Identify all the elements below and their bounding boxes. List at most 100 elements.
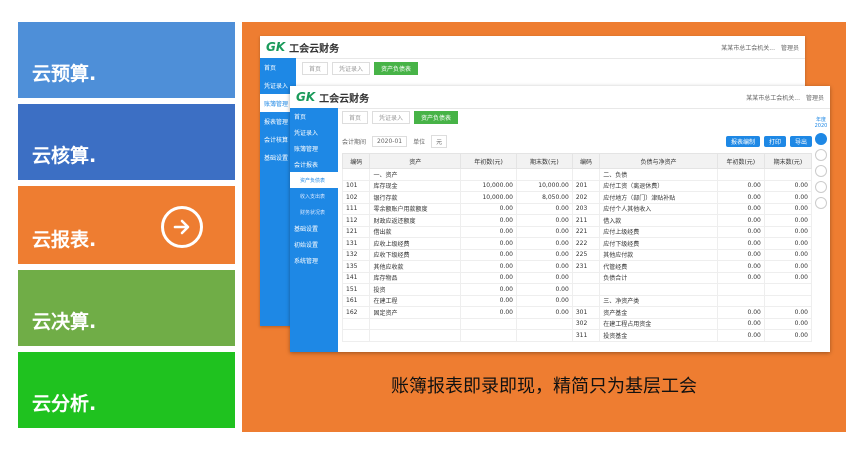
month-dot[interactable] [815, 197, 827, 209]
table-cell: 311 [571, 329, 601, 342]
table-cell: 102 [341, 191, 371, 204]
table-cell: 141 [341, 271, 371, 284]
table-cell: 201 [571, 179, 601, 192]
sidebar-item-basic-settings[interactable]: 基础设置 [290, 220, 338, 236]
table-cell: 应付地方（部门）津贴补贴 [599, 191, 718, 204]
table-cell: 应付工资（离退休费） [599, 179, 718, 192]
tab-home[interactable]: 首页 [302, 62, 329, 75]
table-row[interactable]: 135 其他应收款 0.00 0.00 231 代管经费 0.00 0.00 [341, 260, 813, 273]
user-area[interactable]: 某某市总工会机关... 管理员 [746, 93, 824, 102]
table-cell: 0.00 [460, 260, 517, 273]
compile-report-button[interactable]: 报表编制 [725, 135, 760, 147]
table-cell: 10,000.00 [460, 191, 517, 204]
table-row[interactable]: 一、资产 二、负债 [341, 168, 813, 181]
org-name: 某某市总工会机关... [746, 94, 800, 102]
app-logo: GK 工会云财务 [266, 40, 339, 55]
table-cell: 0.00 [515, 225, 573, 238]
table-row[interactable]: 311 投资基金 0.00 0.00 [341, 329, 813, 342]
table-row[interactable]: 121 借出款 0.00 0.00 221 应付上级经费 0.00 0.00 [341, 225, 813, 238]
table-cell [460, 168, 517, 181]
table-cell: 在建工程占用资金 [599, 317, 718, 330]
sidebar: 首页 凭证录入 账簿管理 会计报表 资产负债表 收入支出表 财务状况表 基础设置… [290, 108, 338, 352]
sidebar-item-income-statement[interactable]: 收入支出表 [290, 188, 338, 204]
year-selector[interactable]: 年度 2020 [814, 116, 828, 213]
table-cell: 10,000.00 [460, 179, 517, 192]
feature-panel: GK 工会云财务 某某市总工会机关... 管理员 首页 凭证录入 账簿管理 报表… [242, 22, 846, 432]
table-cell: 0.00 [763, 260, 813, 273]
table-row[interactable]: 112 财政应返还额度 0.00 0.00 211 借入款 0.00 0.00 [341, 214, 813, 227]
year-value: 2020 [814, 123, 828, 129]
table-row[interactable]: 302 在建工程占用资金 0.00 0.00 [341, 317, 813, 330]
tab-voucher[interactable]: 凭证录入 [372, 111, 411, 124]
sidebar-item[interactable]: 首页 [260, 58, 296, 76]
table-row[interactable]: 141 库存物品 0.00 0.00 负债合计 0.00 0.00 [341, 271, 813, 284]
table-row[interactable]: 111 零余额账户用款额度 0.00 0.00 203 应付个人其他收入 0.00 0.00 [341, 202, 813, 215]
table-row[interactable]: 101 库存现金 10,000.00 10,000.00 201 应付工资（离退休费） 0.… [341, 179, 813, 192]
table-cell [341, 329, 371, 342]
table-cell: 0.00 [460, 294, 517, 307]
print-button[interactable]: 打印 [763, 135, 786, 147]
sidebar-item-home[interactable]: 首页 [290, 108, 338, 124]
table-cell: 其他应收款 [369, 260, 462, 273]
tile-label: 云决算. [32, 311, 97, 333]
app-title: 工会云财务 [289, 43, 340, 55]
table-cell: 10,000.00 [515, 179, 573, 192]
table-cell: 0.00 [515, 294, 573, 307]
table-cell: 302 [571, 317, 601, 330]
table-cell: 135 [341, 260, 371, 273]
tile-cloud-report[interactable]: 云报表. [18, 186, 235, 264]
tab-voucher[interactable]: 凭证录入 [332, 62, 371, 75]
sidebar-item-voucher[interactable]: 凭证录入 [290, 124, 338, 140]
table-cell: 应付个人其他收入 [599, 202, 718, 215]
tile-cloud-budget[interactable]: 云预算. [18, 22, 235, 98]
tab-balance-sheet[interactable]: 资产负债表 [414, 111, 459, 124]
tile-cloud-accounting[interactable]: 云核算. [18, 104, 235, 180]
table-row[interactable]: 162 固定资产 0.00 0.00 301 资产基金 0.00 0.00 [341, 306, 813, 319]
table-row[interactable]: 151 投资 0.00 0.00 [341, 283, 813, 296]
table-cell: 0.00 [716, 271, 765, 284]
period-select[interactable]: 2020-01 [372, 135, 408, 147]
table-header-row: 编码 资产 年初数(元) 期末数(元) 编码 负债与净资产 年初数(元) 期末数(元) [341, 153, 813, 169]
tab-home[interactable]: 首页 [342, 111, 369, 124]
user-area[interactable]: 某某市总工会机关... 管理员 [721, 43, 799, 52]
table-cell: 在建工程 [369, 294, 462, 307]
table-cell: 0.00 [716, 317, 765, 330]
month-dot[interactable] [815, 149, 827, 161]
sidebar-item-reports[interactable]: 会计报表 [290, 156, 338, 172]
app-title: 工会云财务 [319, 93, 370, 105]
table-cell: 固定资产 [369, 306, 462, 319]
logo-mark: GK [266, 40, 286, 54]
export-button[interactable]: 导出 [789, 135, 812, 147]
table-cell: 0.00 [460, 237, 517, 250]
table-row[interactable]: 132 应收下级经费 0.00 0.00 225 其他应付款 0.00 0.00 [341, 248, 813, 261]
table-row[interactable]: 102 银行存款 10,000.00 8,050.00 202 应付地方（部门）津贴补贴 0… [341, 191, 813, 204]
table-cell: 211 [571, 214, 601, 227]
table-cell: 0.00 [716, 214, 765, 227]
column-header: 期末数(元) [763, 153, 813, 169]
table-cell: 0.00 [515, 283, 573, 296]
column-header: 编码 [341, 153, 371, 169]
table-row[interactable]: 131 应收上级经费 0.00 0.00 222 应付下级经费 0.00 0.00 [341, 237, 813, 250]
table-cell: 资产基金 [599, 306, 718, 319]
tab-balance-sheet[interactable]: 资产负债表 [374, 62, 419, 75]
month-dot[interactable] [815, 133, 827, 145]
sidebar-item-system[interactable]: 系统管理 [290, 252, 338, 268]
table-cell: 0.00 [763, 202, 813, 215]
tile-cloud-final-accounts[interactable]: 云决算. [18, 270, 235, 346]
tile-cloud-analysis[interactable]: 云分析. [18, 352, 235, 428]
sidebar-item-ledger[interactable]: 账簿管理 [290, 140, 338, 156]
sidebar-item-financial-status[interactable]: 财务状况表 [290, 204, 338, 220]
month-dot[interactable] [815, 165, 827, 177]
sidebar-item-initial-settings[interactable]: 初始设置 [290, 236, 338, 252]
table-cell: 0.00 [460, 202, 517, 215]
table-cell [571, 283, 601, 296]
table-cell: 222 [571, 237, 601, 250]
topbar: GK 工会云财务 某某市总工会机关... 管理员 [290, 86, 830, 109]
sidebar-item-balance-sheet[interactable]: 资产负债表 [290, 172, 338, 188]
table-body: 一、资产 二、负债 101 库存现金 10,000.00 10,000.00 201 应付工资… [341, 168, 813, 342]
month-dot[interactable] [815, 181, 827, 193]
tile-label: 云核算. [32, 145, 97, 167]
unit-select[interactable]: 元 [431, 134, 448, 148]
table-row[interactable]: 161 在建工程 0.00 0.00 三、净资产类 [341, 294, 813, 307]
table-cell [369, 317, 462, 330]
